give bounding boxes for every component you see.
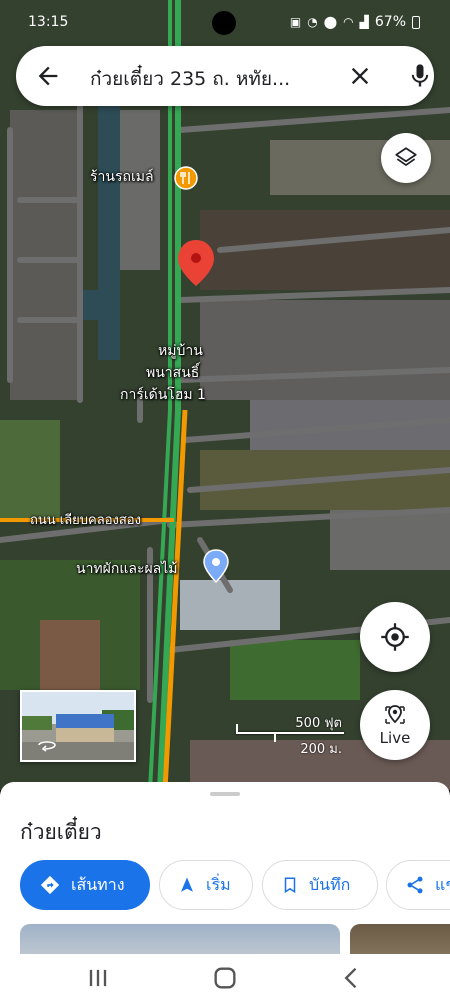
live-label: Live [379,729,411,747]
map-label-market[interactable]: นาทผักและผลไม้ [76,561,178,577]
start-label: เริ่ม [206,874,231,894]
map-scale: 500 ฟุต 200 ม. [236,712,346,758]
location-icon: ⬤ [323,15,338,29]
share-icon [407,876,423,894]
share-label: แช [435,874,450,894]
place-bottom-sheet[interactable]: ก๋วยเตี๋ยว เส้นทาง เริ่ม บันทึก แช [0,782,450,954]
battery-icon [412,15,420,29]
system-nav-bar [0,954,450,1000]
map-label-village-3[interactable]: การ์เด้นโฮม 1 [120,387,206,403]
directions-label: เส้นทาง [71,874,125,894]
drag-handle[interactable] [210,792,240,796]
save-label: บันทึก [309,874,351,894]
recent-apps-icon[interactable] [84,964,112,992]
scale-metric: 200 ม. [300,742,342,757]
live-view-icon [385,705,405,724]
back-icon[interactable] [338,964,366,992]
place-title: ก๋วยเตี๋ยว [20,820,102,844]
directions-button[interactable]: เส้นทาง [20,860,150,910]
search-bar[interactable]: ก๋วยเตี๋ยว 235 ถ. หทัย... [16,46,434,106]
scale-imperial: 500 ฟุต [295,716,342,731]
alarm-icon: ◔ [307,15,318,29]
back-arrow-icon[interactable] [34,62,62,90]
home-icon[interactable] [211,964,239,992]
directions-icon [40,875,60,895]
microphone-icon[interactable] [406,60,434,92]
notification-icon: ▣ [289,15,302,29]
status-bar: 13:15 ▣ ◔ ⬤ ◠ ▟ 67% [0,0,450,42]
bookmark-icon [284,877,296,894]
close-icon[interactable] [346,62,374,90]
status-time: 13:15 [28,14,69,30]
front-camera [212,11,236,35]
wifi-icon: ◠ [343,15,354,29]
map-label-village-2[interactable]: พนาสนธิ์ [146,365,199,381]
360-rotate-icon [38,741,56,752]
share-button[interactable]: แช [386,860,450,910]
restaurant-marker-icon [174,166,198,190]
map-label-village-1[interactable]: หมู่บ้าน [158,343,203,359]
street-view-thumbnail[interactable] [20,690,136,762]
navigation-arrow-icon [181,877,193,892]
layers-button[interactable] [381,133,431,183]
save-button[interactable]: บันทึก [262,860,378,910]
start-navigation-button[interactable]: เริ่ม [159,860,253,910]
place-photo[interactable] [20,924,340,954]
signal-icon: ▟ [359,15,369,29]
place-photo-secondary[interactable] [350,924,450,954]
map-label-shop[interactable]: ร้านรถเมล์ [90,169,154,185]
search-query-text[interactable]: ก๋วยเตี๋ยว 235 ถ. หทัย... [90,64,330,94]
map-view[interactable]: ร้านรถเมล์ หมู่บ้าน พนาสนธิ์ การ์เด้นโฮม… [0,0,450,790]
layers-icon [395,147,417,166]
map-label-road[interactable]: ถนน เลียบคลองสอง [30,513,141,528]
battery-percent: 67% [374,14,406,30]
live-view-button[interactable]: Live [360,690,430,760]
my-location-button[interactable] [360,602,430,672]
crosshair-icon [381,623,409,651]
satellite-map[interactable] [0,0,450,790]
